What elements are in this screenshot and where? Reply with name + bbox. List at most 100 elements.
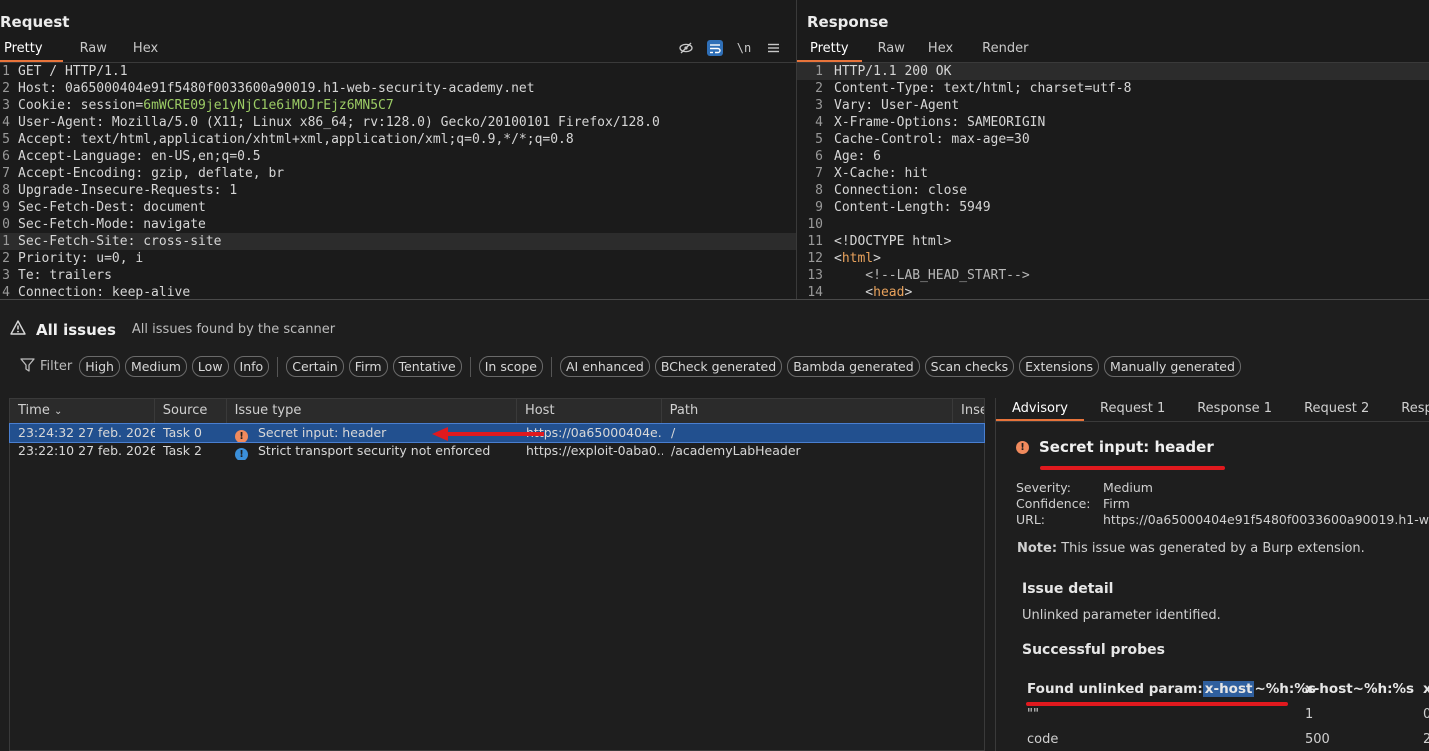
header-value: cross-site [143,234,222,249]
filter-scan-checks[interactable]: Scan checks [924,356,1015,377]
request-line: 0 Sec-Fetch-Mode: navigate [0,216,796,233]
issue-detail-text: Unlinked parameter identified. [1022,608,1221,623]
filter-manually-generated[interactable]: Manually generated [1104,356,1241,377]
response-title: Response [807,13,889,31]
request-tab-hex[interactable]: Hex [127,40,178,62]
header-name: Sec-Fetch-Dest: [18,200,144,215]
response-tab-hex[interactable]: Hex [918,40,966,62]
filter-low[interactable]: Low [191,356,229,377]
column-path[interactable]: Path [662,399,954,423]
menu-icon[interactable] [765,40,781,56]
newline-icon[interactable]: \n [736,40,752,56]
found-param: Found unlinked param: x-host ~%h:%s [1027,681,1316,697]
response-tab-raw[interactable]: Raw [862,40,918,62]
wrap-lines-icon[interactable] [707,40,723,56]
column-source[interactable]: Source [155,399,227,423]
response-editor[interactable]: 1 HTTP/1.1 200 OK 2 Content-Type: text/html… [797,62,1429,300]
request-line: 4 Connection: keep-alive [0,284,796,300]
filter-bambda-generated[interactable]: Bambda generated [787,356,920,377]
annotation-arrow [432,427,544,441]
header-value: document [143,200,206,215]
header-name: Priority: [18,251,97,266]
advisory-heading: ! Secret input: header [1016,438,1214,456]
filter-certain[interactable]: Certain [286,356,344,377]
filter-high[interactable]: High [79,356,120,377]
request-tab-pretty[interactable]: Pretty [0,40,63,62]
row-source: Task 2 [163,443,202,458]
filter-info[interactable]: Info [233,356,270,377]
response-text: <html> [834,251,881,266]
column-issue-type[interactable]: Issue type [227,399,517,423]
request-line: 7 Accept-Encoding: gzip, deflate, br [0,165,796,182]
issues-table: Time ⌄ Source Issue type Host Path Inser… [9,398,985,751]
request-line: 6 Accept-Language: en-US,en;q=0.5 [0,148,796,165]
table-row[interactable]: 23:22:10 27 feb. 2026 Task 2 ! Strict tra… [10,442,984,460]
header-value: Mozilla/5.0 (X11; Linux x86_64; rv:128.0… [111,115,660,130]
annotation-underline [1026,702,1288,706]
response-line: 3 Vary: User-Agent [797,97,1429,114]
header-value: session= [80,98,144,113]
message-editor: Request Pretty Raw Hex \n 1 GET / HTTP/1.… [0,0,1429,300]
line-number: 8 [2,183,10,198]
filter-extensions[interactable]: Extensions [1019,356,1100,377]
probe-col-header: x-host~%h:%s [1305,681,1415,697]
probe-cell: 1 [1305,707,1314,722]
response-line: 6 Age: 6 [797,148,1429,165]
row-issue-type: ! Strict transport security not enforced [227,442,518,460]
tab-response-2[interactable]: Response 2 [1385,398,1429,421]
response-tab-render[interactable]: Render [966,40,1041,62]
url-value[interactable]: https://0a65000404e91f5480f0033600a90019… [1103,512,1429,528]
column-insertion-point[interactable]: Inser [953,399,984,423]
url-label: URL: [1016,512,1046,527]
response-text: Age: 6 [834,149,881,164]
tab-advisory[interactable]: Advisory [996,398,1084,421]
response-tab-pretty[interactable]: Pretty [797,40,862,62]
response-text: <!DOCTYPE html> [834,234,952,249]
response-text: <head> [834,285,913,300]
line-number: 1 [815,64,823,79]
severity-medium-icon: ! [235,430,248,442]
tab-request-1[interactable]: Request 1 [1084,398,1181,421]
line-number: 4 [2,285,10,300]
header-name: GET / HTTP/1.1 [18,64,128,79]
request-tab-raw[interactable]: Raw [63,40,127,62]
response-text: Content-Length: 5949 [834,200,991,215]
line-number: 3 [815,98,823,113]
filter-medium[interactable]: Medium [124,356,187,377]
filter-bcheck-generated[interactable]: BCheck generated [654,356,783,377]
hide-icon[interactable] [678,40,694,56]
severity-value: Medium [1103,480,1153,495]
response-line: 4 X-Frame-Options: SAMEORIGIN [797,114,1429,131]
response-line: 12 <html> [797,250,1429,267]
row-time: 23:24:32 27 feb. 2026 [18,425,155,440]
request-line: 2 Priority: u=0, i [0,250,796,267]
line-number: 5 [815,132,823,147]
response-line: 10 [797,216,1429,233]
severity-medium-icon: ! [1016,440,1029,454]
line-number: 2 [815,81,823,96]
line-number: 3 [2,98,10,113]
response-text: Content-Type: text/html; charset=utf-8 [834,81,1132,96]
response-line: 1 HTTP/1.1 200 OK [797,63,1429,80]
column-time[interactable]: Time ⌄ [10,399,155,423]
confidence-label: Confidence: [1016,496,1091,511]
column-host[interactable]: Host [517,399,662,423]
tab-response-1[interactable]: Response 1 [1181,398,1288,421]
line-number: 0 [2,217,10,232]
filter-tentative[interactable]: Tentative [392,356,462,377]
warning-icon [10,320,26,339]
tab-request-2[interactable]: Request 2 [1288,398,1385,421]
filter-ai-enhanced[interactable]: AI enhanced [560,356,650,377]
table-header: Time ⌄ Source Issue type Host Path Inser [10,399,984,424]
filter-icon[interactable] [20,357,35,376]
request-line: 1 Sec-Fetch-Site: cross-site [0,233,796,250]
response-text: X-Frame-Options: SAMEORIGIN [834,115,1046,130]
horizontal-splitter[interactable] [0,299,1429,300]
line-number: 9 [815,200,823,215]
annotation-underline [1040,466,1225,470]
filter-firm[interactable]: Firm [348,356,388,377]
found-param-selected[interactable]: x-host [1202,681,1255,697]
filter-in-scope[interactable]: In scope [478,356,543,377]
request-editor[interactable]: 1 GET / HTTP/1.1 2 Host: 0a65000404e91f5480… [0,62,796,300]
advisory-note: Note: This issue was generated by a Burp… [1017,541,1365,556]
